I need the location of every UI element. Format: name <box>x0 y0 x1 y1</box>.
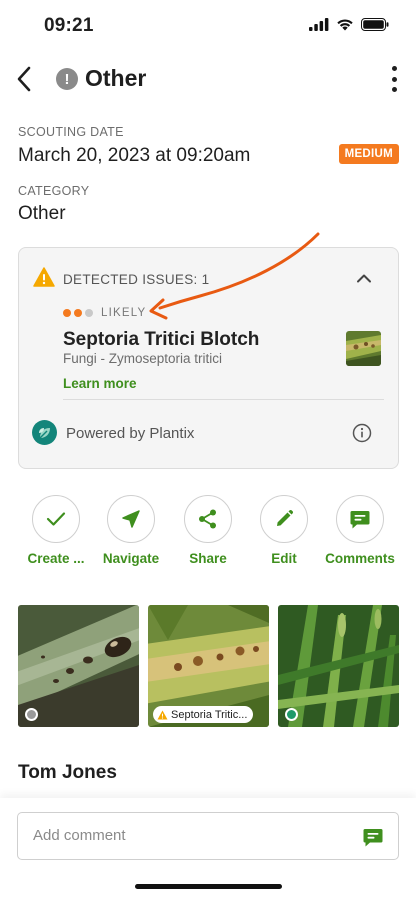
powered-by-label: Powered by Plantix <box>66 425 195 442</box>
comments-action-circle[interactable] <box>336 495 384 543</box>
leaf-photo-thumbnail <box>346 331 381 366</box>
author-name: Tom Jones <box>18 762 117 783</box>
warning-icon <box>157 710 168 719</box>
wheat-field-photo <box>278 605 399 727</box>
category-value: Other <box>18 203 66 224</box>
action-bar: Create ... Navigate Share Edit Comments <box>0 495 416 575</box>
more-dot <box>391 76 397 82</box>
issue-thumbnail[interactable] <box>346 331 381 366</box>
photo-thumbnail[interactable]: Septoria Tritic... <box>148 605 269 727</box>
page-title: Other <box>85 65 147 91</box>
severity-badge: MEDIUM <box>338 144 399 164</box>
comment-placeholder: Add comment <box>33 827 126 844</box>
comment-icon <box>350 511 370 529</box>
photo-issue-tag: Septoria Tritic... <box>153 706 254 723</box>
chevron-left-icon <box>17 66 31 92</box>
likelihood-indicator: LIKELY <box>63 307 146 319</box>
share-action-label: Share <box>189 551 227 566</box>
likelihood-dot-filled <box>63 309 71 317</box>
comment-bar: Add comment <box>0 798 416 900</box>
photo-thumbnail[interactable] <box>18 605 139 727</box>
more-dot <box>391 66 397 71</box>
create-action-button[interactable]: Create ... <box>16 495 96 566</box>
home-indicator <box>135 884 282 889</box>
photo-gallery: Septoria Tritic... <box>18 605 399 727</box>
back-button[interactable] <box>10 64 38 94</box>
edit-action-button[interactable]: Edit <box>244 495 324 566</box>
create-action-label: Create ... <box>27 551 85 566</box>
send-comment-button[interactable] <box>362 826 384 853</box>
leaf-icon <box>38 427 50 438</box>
comment-icon <box>363 829 383 847</box>
navigate-action-button[interactable]: Navigate <box>91 495 171 566</box>
detected-issues-header: DETECTED ISSUES: 1 <box>63 272 210 287</box>
header: ! Other <box>0 56 416 102</box>
photo-status-dot <box>25 708 38 721</box>
more-dot <box>391 87 397 92</box>
status-bar: 09:21 <box>0 0 416 52</box>
detected-issues-card: DETECTED ISSUES: 1 LIKELY Septoria Triti… <box>18 247 399 469</box>
status-icons <box>309 18 389 31</box>
edit-action-circle[interactable] <box>260 495 308 543</box>
battery-icon <box>361 18 389 31</box>
photo-thumbnail[interactable] <box>278 605 399 727</box>
navigate-action-circle[interactable] <box>107 495 155 543</box>
info-button[interactable] <box>352 423 372 448</box>
issue-name[interactable]: Septoria Tritici Blotch <box>63 329 259 351</box>
photo-tag-label: Septoria Tritic... <box>171 708 248 721</box>
info-icon <box>352 423 372 443</box>
photo-status-dot <box>285 708 298 721</box>
comments-action-button[interactable]: Comments <box>320 495 400 566</box>
check-icon <box>46 512 66 526</box>
warning-icon <box>33 267 55 287</box>
collapse-button[interactable] <box>356 270 372 288</box>
issue-subtitle: Fungi - Zymoseptoria tritici <box>63 351 223 366</box>
share-action-button[interactable]: Share <box>168 495 248 566</box>
likelihood-label: LIKELY <box>101 307 147 319</box>
navigate-action-label: Navigate <box>102 551 160 566</box>
more-options-button[interactable] <box>388 66 400 92</box>
share-icon <box>199 509 216 529</box>
scouting-date-value: March 20, 2023 at 09:20am <box>18 145 251 166</box>
category-badge-icon: ! <box>56 68 78 90</box>
category-label: CATEGORY <box>18 184 90 198</box>
plantix-logo-icon <box>32 420 57 445</box>
learn-more-link[interactable]: Learn more <box>63 376 137 391</box>
chevron-up-icon <box>357 274 371 283</box>
status-time: 09:21 <box>44 15 94 36</box>
scouting-date-label: SCOUTING DATE <box>18 125 124 139</box>
edit-action-label: Edit <box>271 551 297 566</box>
wifi-icon <box>337 19 353 31</box>
comment-input[interactable]: Add comment <box>17 812 399 860</box>
likelihood-dot-filled <box>74 309 82 317</box>
create-action-circle[interactable] <box>32 495 80 543</box>
comments-action-label: Comments <box>325 551 395 566</box>
share-action-circle[interactable] <box>184 495 232 543</box>
signal-icon <box>309 18 329 31</box>
leaf-droplet-photo <box>18 605 139 727</box>
pencil-icon <box>277 509 294 526</box>
card-divider <box>63 399 384 400</box>
navigate-icon <box>122 510 140 528</box>
likelihood-dot-empty <box>85 309 93 317</box>
